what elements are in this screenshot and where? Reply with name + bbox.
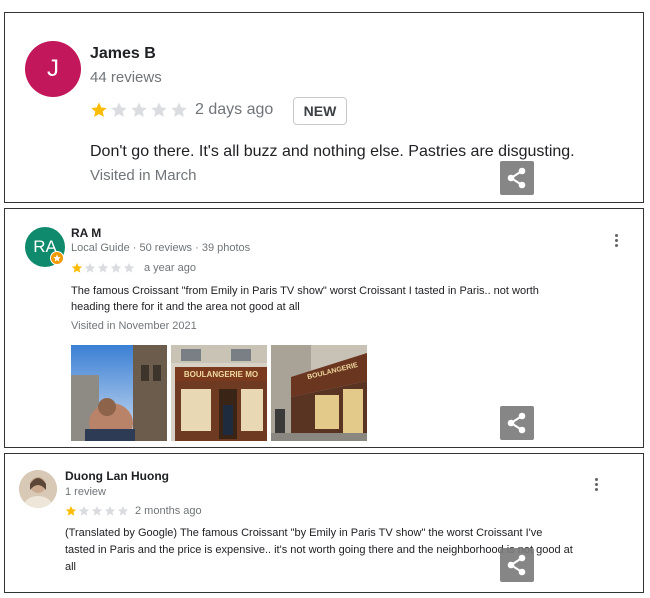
star-icon <box>71 263 83 273</box>
star-icon <box>104 506 116 516</box>
star-icon <box>151 102 167 117</box>
more-options-button[interactable] <box>615 234 619 249</box>
reviewer-meta: Local Guide · 50 reviews · 39 photos <box>71 242 251 254</box>
reviewer-meta: 44 reviews <box>90 69 162 86</box>
more-vert-icon <box>595 478 598 481</box>
reviewer-name[interactable]: James B <box>90 45 156 63</box>
review-photo[interactable]: BOULANGERIE <box>271 345 367 441</box>
review-text-line: heading there for it and the area not go… <box>71 301 300 313</box>
more-options-button[interactable] <box>595 478 599 493</box>
new-badge-label: NEW <box>303 103 337 119</box>
star-icon <box>110 263 122 273</box>
share-icon <box>507 412 526 434</box>
share-icon <box>507 554 526 576</box>
local-guide-badge-icon <box>50 251 64 265</box>
review-text-line: all <box>65 561 77 573</box>
review-card: J James B 44 reviews 2 days ago NEW Don'… <box>4 12 644 203</box>
reviewer-meta: 1 review <box>65 486 106 498</box>
review-card: Duong Lan Huong 1 review 2 months ago (T… <box>4 453 644 593</box>
avatar[interactable]: J <box>25 41 81 97</box>
review-text-line: tasted in Paris and the price is expensi… <box>65 544 573 556</box>
profile-photo-icon <box>19 470 57 508</box>
review-photo[interactable]: BOULANGERIE MO <box>171 345 267 441</box>
share-button[interactable] <box>500 548 534 582</box>
star-icon <box>131 102 147 117</box>
review-time: 2 months ago <box>135 505 202 517</box>
share-button[interactable] <box>500 161 534 195</box>
avatar[interactable] <box>19 470 57 508</box>
review-text-line: (Translated by Google) The famous Croiss… <box>65 527 543 539</box>
share-button[interactable] <box>500 406 534 440</box>
share-icon <box>507 167 526 189</box>
visited-date: Visited in March <box>90 167 197 184</box>
review-card: RA RA M Local Guide · 50 reviews · 39 ph… <box>4 208 644 448</box>
review-text-line: The famous Croissant "from Emily in Pari… <box>71 285 539 297</box>
star-icon <box>65 506 77 516</box>
star-icon <box>84 263 96 273</box>
star-icon <box>91 102 107 117</box>
new-badge: NEW <box>293 97 347 125</box>
star-icon <box>117 506 129 516</box>
star-rating <box>65 505 130 517</box>
star-icon <box>91 506 103 516</box>
review-text: Don't go there. It's all buzz and nothin… <box>90 143 575 160</box>
star-icon <box>171 102 187 117</box>
star-icon <box>123 263 135 273</box>
star-icon <box>97 263 109 273</box>
star-rating <box>90 101 190 119</box>
star-rating <box>71 262 136 274</box>
reviewer-name[interactable]: RA M <box>71 226 101 240</box>
avatar-letter: J <box>47 55 59 82</box>
visited-date: Visited in November 2021 <box>71 320 197 332</box>
review-time: 2 days ago <box>195 101 274 118</box>
reviewer-name[interactable]: Duong Lan Huong <box>65 469 169 483</box>
review-photo[interactable] <box>71 345 167 441</box>
review-time: a year ago <box>144 262 196 274</box>
more-vert-icon <box>615 234 618 237</box>
star-icon <box>78 506 90 516</box>
star-icon <box>111 102 127 117</box>
shop-sign-text: BOULANGERIE MO <box>184 370 258 379</box>
